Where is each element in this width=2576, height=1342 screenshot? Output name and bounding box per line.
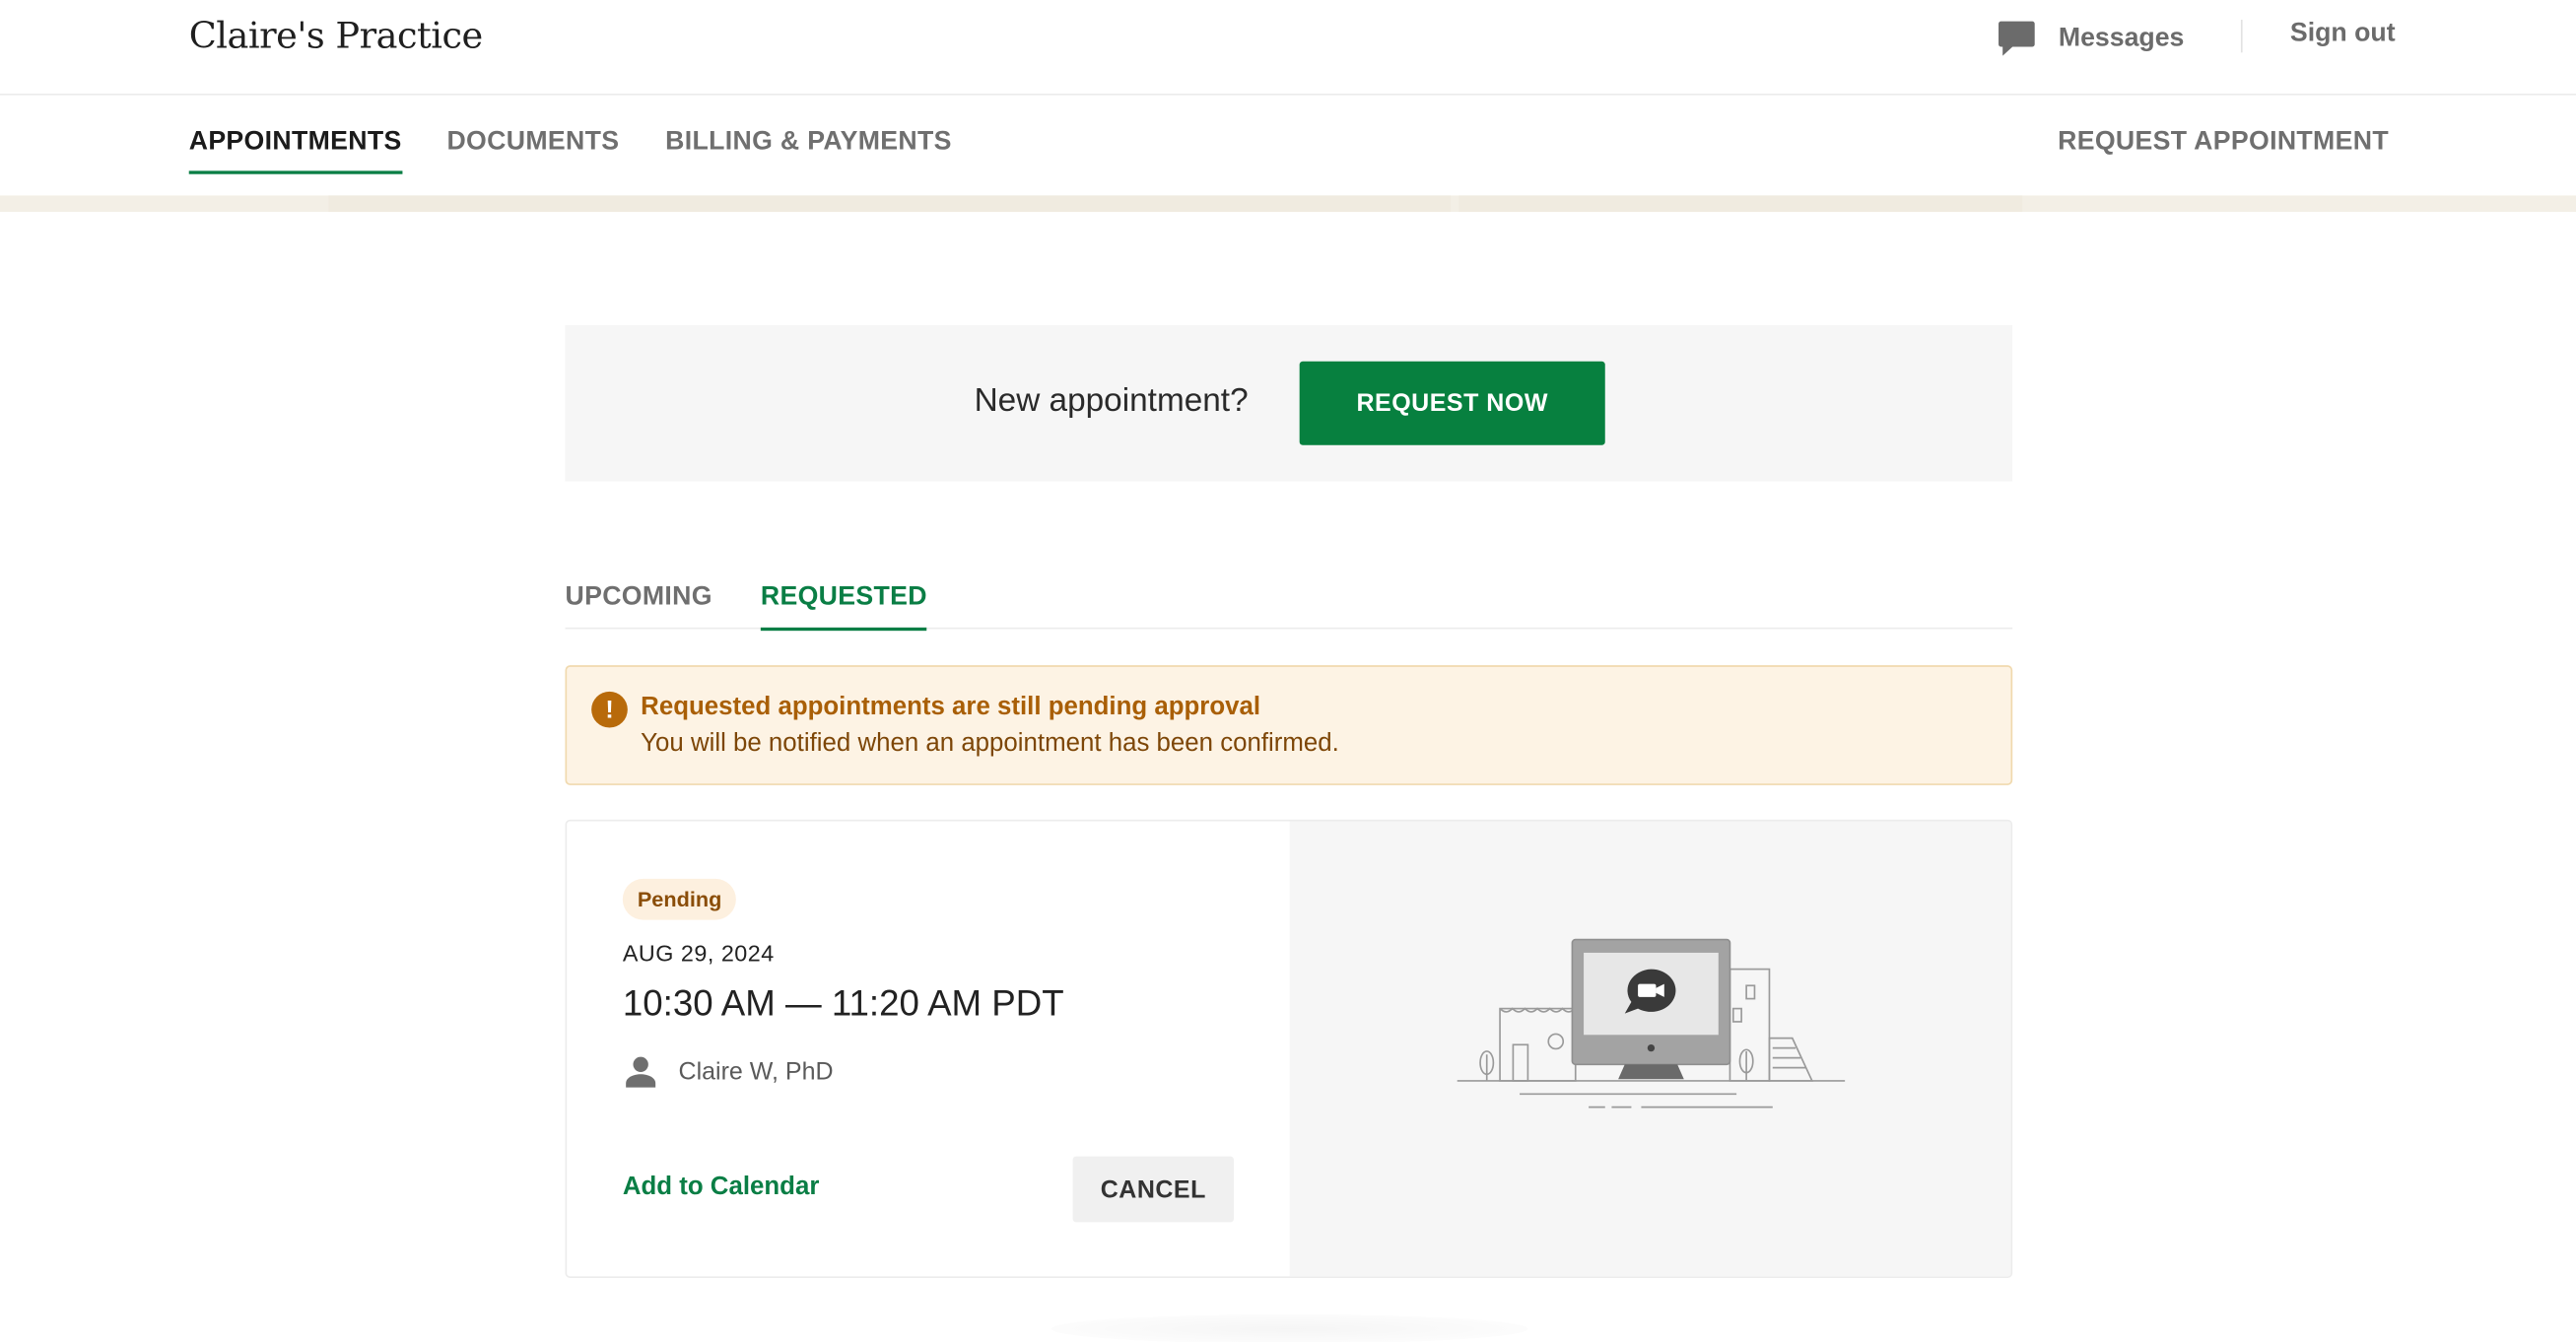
practice-name[interactable]: Claire's Practice bbox=[189, 17, 484, 58]
sign-out-link[interactable]: Sign out bbox=[2290, 20, 2396, 49]
main-nav: APPOINTMENTS DOCUMENTS BILLING & PAYMENT… bbox=[0, 96, 2576, 197]
nav-tab-billing-payments[interactable]: BILLING & PAYMENTS bbox=[665, 128, 952, 170]
request-now-button[interactable]: REQUEST NOW bbox=[1299, 361, 1605, 445]
alert-title: Requested appointments are still pending… bbox=[641, 693, 1261, 721]
appointment-date: AUG 29, 2024 bbox=[622, 939, 775, 967]
person-icon bbox=[626, 1056, 656, 1088]
tab-upcoming[interactable]: UPCOMING bbox=[565, 583, 712, 628]
new-appointment-banner: New appointment? REQUEST NOW bbox=[565, 325, 2013, 482]
new-appointment-text: New appointment? bbox=[974, 382, 1249, 420]
appointment-tabs: UPCOMING REQUESTED bbox=[565, 578, 2013, 632]
status-badge: Pending bbox=[622, 878, 737, 920]
pending-approval-alert: ! Requested appointments are still pendi… bbox=[565, 665, 2013, 785]
video-illustration-panel bbox=[1289, 821, 2011, 1277]
provider-row: Claire W, PhD bbox=[623, 1053, 834, 1090]
nav-tab-documents[interactable]: DOCUMENTS bbox=[446, 128, 619, 170]
add-to-calendar-link[interactable]: Add to Calendar bbox=[623, 1173, 820, 1202]
speech-bubble-icon bbox=[1999, 21, 2035, 56]
provider-name: Claire W, PhD bbox=[678, 1056, 834, 1086]
messages-label: Messages bbox=[2058, 25, 2185, 53]
appointment-card: Pending AUG 29, 2024 10:30 AM — 11:20 AM… bbox=[565, 819, 2013, 1279]
bottom-fade bbox=[1051, 1313, 1528, 1342]
page: Claire's Practice Messages Sign out APPO… bbox=[0, 0, 2576, 1342]
request-appointment-link[interactable]: REQUEST APPOINTMENT bbox=[2058, 128, 2389, 158]
appointment-time: 10:30 AM — 11:20 AM PDT bbox=[622, 981, 1064, 1024]
appointment-details: Pending AUG 29, 2024 10:30 AM — 11:20 AM… bbox=[567, 822, 1290, 1277]
nav-tab-appointments[interactable]: APPOINTMENTS bbox=[188, 128, 402, 174]
header-divider bbox=[2240, 20, 2243, 53]
video-call-computer-illustration bbox=[1457, 938, 1846, 1108]
messages-link[interactable]: Messages bbox=[1998, 20, 2184, 59]
header-band bbox=[0, 195, 2576, 213]
tab-requested[interactable]: REQUESTED bbox=[760, 583, 927, 632]
cancel-button[interactable]: CANCEL bbox=[1072, 1156, 1234, 1223]
top-bar: Claire's Practice Messages Sign out bbox=[0, 0, 2576, 96]
alert-body: You will be notified when an appointment… bbox=[641, 729, 1339, 758]
warning-icon: ! bbox=[591, 691, 628, 728]
